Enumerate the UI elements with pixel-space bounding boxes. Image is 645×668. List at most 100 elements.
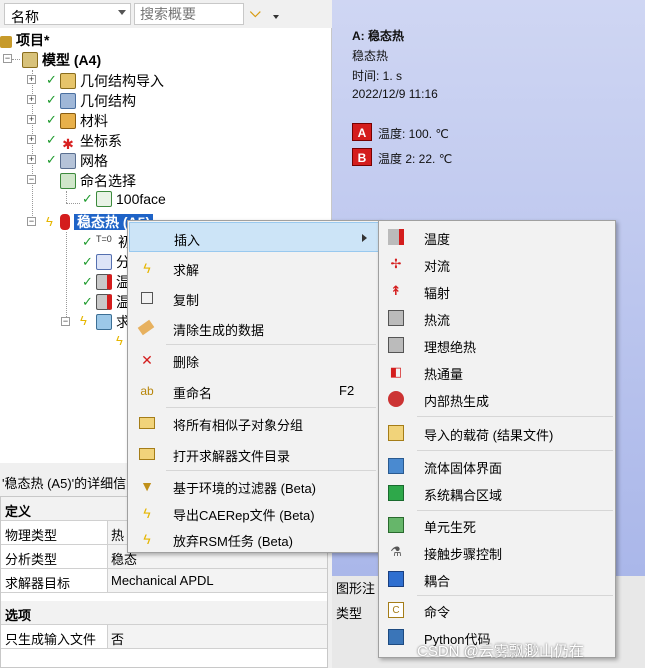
details-section-options[interactable]: 选项 — [1, 601, 327, 625]
tree-node-100face[interactable]: 100face — [96, 191, 166, 211]
submenu-item-commands[interactable]: C 命令 — [380, 596, 615, 623]
details-row-solver-target[interactable]: 求解器目标 Mechanical APDL — [1, 569, 327, 593]
menu-item-abandon-rsm[interactable]: ϟ 放弃RSM任务 (Beta) — [129, 524, 379, 554]
analysis-settings-icon — [96, 254, 112, 270]
lightning-bolt-icon: ϟ — [80, 313, 87, 328]
expand-chevron-icon[interactable]: ⌵ — [250, 4, 261, 21]
radiation-icon: ↟ — [390, 283, 402, 298]
expand-geometry-import-icon[interactable]: + — [27, 75, 36, 84]
collapse-named-selections-icon[interactable]: − — [27, 175, 36, 184]
menu-item-label: 放弃RSM任务 (Beta) — [173, 534, 293, 549]
expand-coordinate-systems-icon[interactable]: + — [27, 135, 36, 144]
menu-item-insert[interactable]: 插入 — [129, 222, 379, 252]
collapse-steady-thermal-icon[interactable]: − — [27, 217, 36, 226]
tree-node-partial-5[interactable]: 求 — [96, 312, 130, 332]
expand-mesh-icon[interactable]: + — [27, 155, 36, 164]
analysis-subtitle: 稳态热 — [352, 49, 389, 63]
tree-node-partial-2[interactable]: 分 — [96, 252, 130, 272]
submenu-item-contact-step[interactable]: ⚗ 接触步骤控制 — [380, 538, 615, 565]
tree-node-mesh-label: 网格 — [80, 153, 108, 169]
details-row-value: 否 — [111, 632, 125, 647]
menu-item-solve[interactable]: ϟ 求解 — [129, 253, 379, 283]
submenu-item-perfect-insulation[interactable]: 理想绝热 — [380, 331, 615, 358]
details-row-key: 分析类型 — [5, 552, 58, 567]
details-panel-title: '稳态热 (A5)'的详细信 — [0, 470, 130, 492]
face-selection-icon — [96, 191, 112, 207]
tree-node-model[interactable]: 模型 (A4) — [22, 50, 101, 70]
tree-node-partial-3[interactable]: 温 — [96, 272, 130, 292]
details-row-key: 物理类型 — [5, 528, 58, 543]
menu-item-rename[interactable]: ab 重命名 F2 — [129, 376, 379, 406]
tree-connector — [32, 70, 33, 220]
menu-item-group-similar[interactable]: 将所有相似子对象分组 — [129, 408, 379, 438]
submenu-item-convection[interactable]: ✢ 对流 — [380, 250, 615, 277]
menu-item-label: 复制 — [173, 293, 200, 308]
menu-item-label: 求解 — [173, 263, 200, 278]
abandon-bolt-icon: ϟ — [143, 531, 151, 547]
tree-node-geometry[interactable]: 几何结构 — [60, 91, 136, 111]
submenu-item-label: 辐射 — [424, 286, 451, 301]
submenu-item-imported-load[interactable]: 导入的载荷 (结果文件) — [380, 419, 615, 446]
tree-node-geometry-label: 几何结构 — [80, 93, 136, 109]
status-check-icon: ✓ — [82, 234, 93, 249]
submenu-item-element-birth-death[interactable]: 单元生死 — [380, 511, 615, 538]
solve-bolt-icon: ϟ — [143, 260, 151, 276]
tree-node-named-selections[interactable]: 命名选择 — [60, 171, 136, 191]
menu-separator — [417, 416, 613, 417]
submenu-item-radiation[interactable]: ↟ 辐射 — [380, 277, 615, 304]
mesh-icon — [60, 153, 76, 169]
menu-item-label: 打开求解器文件目录 — [173, 449, 291, 464]
submenu-item-system-coupling[interactable]: 系统耦合区域 — [380, 479, 615, 506]
menu-item-duplicate[interactable]: 复制 — [129, 283, 379, 313]
initial-temp-icon: T=0 — [96, 234, 112, 254]
fluid-solid-interface-icon — [388, 458, 404, 474]
menu-item-open-solver-dir[interactable]: 打开求解器文件目录 — [129, 439, 379, 469]
menu-item-delete[interactable]: ✕ 删除 — [129, 345, 379, 375]
submenu-arrow-icon — [362, 234, 367, 242]
tree-node-coordinate-systems[interactable]: ✱ 坐标系 — [60, 131, 122, 152]
expand-geometry-icon[interactable]: + — [27, 95, 36, 104]
rename-icon: ab — [140, 384, 154, 398]
menu-item-clear-generated-data[interactable]: 清除生成的数据 — [129, 313, 379, 343]
delete-x-icon: ✕ — [141, 352, 153, 368]
collapse-solution-icon[interactable]: − — [61, 317, 70, 326]
tree-node-project[interactable]: 项目* — [0, 30, 49, 50]
search-outline-input[interactable] — [134, 3, 244, 25]
tree-node-geometry-import-label: 几何结构导入 — [80, 73, 164, 89]
tab-graphics-annotations[interactable]: 图形注 — [336, 578, 375, 597]
eraser-icon — [137, 319, 155, 336]
details-row-generate-input-only[interactable]: 只生成输入文件 否 — [1, 625, 327, 649]
materials-icon — [60, 113, 76, 129]
tree-node-mesh[interactable]: 网格 — [60, 151, 108, 171]
menu-item-env-filter[interactable]: ▼ 基于环境的过滤器 (Beta) — [129, 471, 379, 501]
submenu-item-label: 耦合 — [424, 574, 451, 589]
tree-node-geometry-import[interactable]: 几何结构导入 — [60, 71, 164, 91]
submenu-item-internal-heat-gen[interactable]: 内部热生成 — [380, 385, 615, 412]
insert-submenu: 温度 ✢ 对流 ↟ 辐射 热流 理想绝热 ◧ 热通量 内部热生成 导入的载荷 (… — [378, 220, 616, 658]
chevron-down-icon — [118, 10, 126, 15]
collapse-model-icon[interactable]: − — [3, 54, 12, 63]
load-badge-b: B — [352, 148, 372, 166]
status-check-icon: ✓ — [82, 274, 93, 289]
load-label-a: 温度: 100. ℃ — [378, 127, 449, 141]
model-icon — [22, 52, 38, 68]
submenu-item-heat-flow[interactable]: 热流 — [380, 304, 615, 331]
submenu-item-temperature[interactable]: 温度 — [380, 223, 615, 250]
filter-funnel-icon: ▼ — [140, 478, 154, 494]
submenu-item-heat-flux[interactable]: ◧ 热通量 — [380, 358, 615, 385]
expand-materials-icon[interactable]: + — [27, 115, 36, 124]
details-divider — [107, 521, 108, 545]
submenu-item-fluid-solid-interface[interactable]: 流体固体界面 — [380, 452, 615, 479]
details-row-value: 热 — [111, 528, 125, 543]
tree-node-partial-4[interactable]: 温 — [96, 292, 130, 312]
dropdown-arrow-icon[interactable] — [273, 15, 279, 19]
watermark: CSDN @云雾飘渺山仍在 — [417, 643, 584, 660]
system-coupling-region-icon — [388, 485, 404, 501]
heat-flow-icon — [388, 310, 404, 326]
context-menu: 插入 ϟ 求解 复制 清除生成的数据 ✕ 删除 ab 重命名 F2 将所有相似子… — [127, 220, 380, 553]
submenu-item-coupling[interactable]: 耦合 — [380, 565, 615, 592]
geometry-import-icon — [60, 73, 76, 89]
name-filter-combo[interactable]: 名称 — [4, 3, 131, 25]
temperature-load-icon — [96, 274, 112, 290]
tree-node-materials[interactable]: 材料 — [60, 111, 108, 131]
